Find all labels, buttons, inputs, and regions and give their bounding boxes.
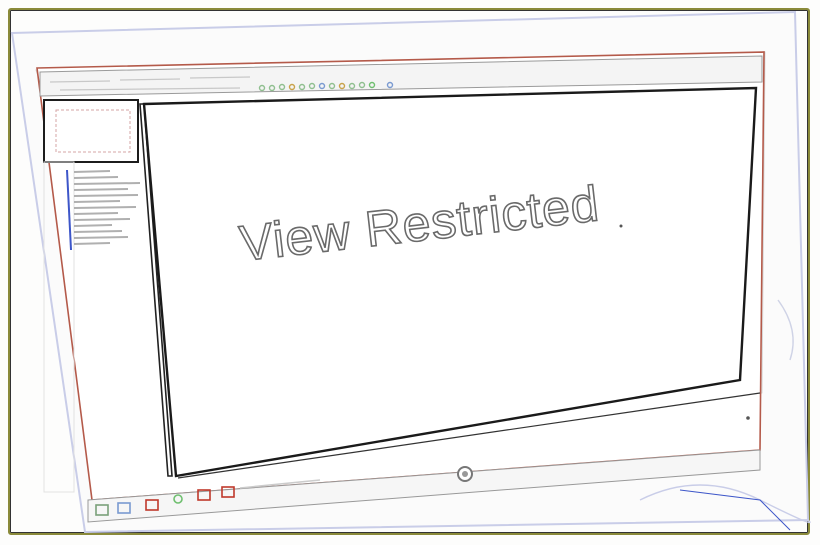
photo-scene: View Restricted [0,0,820,545]
sensor-dot [746,416,750,420]
monitor-sketch [10,10,811,534]
thumbnail-panel [43,99,139,163]
